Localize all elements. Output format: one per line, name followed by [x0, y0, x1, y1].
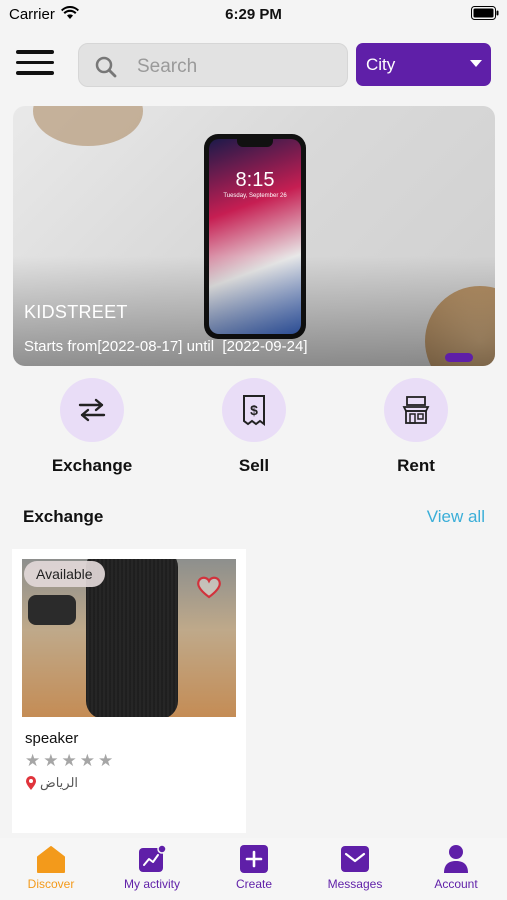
product-location: الرياض: [25, 775, 78, 791]
search-box[interactable]: [78, 43, 348, 87]
exchange-section-header: Exchange View all: [23, 507, 485, 531]
bottom-nav: Discover My activity Create Messages Acc…: [0, 838, 507, 900]
promo-banner[interactable]: 8:15 Tuesday, September 26 KIDSTREET Sta…: [13, 106, 495, 366]
search-icon: [95, 56, 117, 83]
nav-create[interactable]: Create: [209, 844, 299, 891]
location-pin-icon: [26, 776, 36, 790]
home-icon: [6, 844, 96, 874]
battery-icon: [471, 6, 499, 25]
status-bar: Carrier 6:29 PM: [0, 0, 507, 30]
banner-title: KIDSTREET: [24, 302, 128, 322]
nav-account[interactable]: Account: [411, 844, 501, 891]
rent-shop-icon: [384, 378, 448, 442]
product-image: Available: [22, 559, 236, 717]
banner-phone-date: Tuesday, September 26: [223, 193, 287, 199]
exchange-arrows-icon: [60, 378, 124, 442]
banner-dates: Starts from[2022-08-17] until [2022-09-2…: [24, 338, 308, 355]
banner-phone-clock: 8:15: [235, 169, 275, 191]
chevron-down-icon: [470, 60, 482, 67]
nav-discover-label: Discover: [27, 877, 75, 891]
svg-text:$: $: [250, 402, 258, 418]
category-exchange[interactable]: Exchange: [32, 378, 152, 476]
nav-create-label: Create: [235, 877, 273, 891]
category-row: Exchange $ Sell Rent: [0, 378, 507, 478]
nav-discover[interactable]: Discover: [6, 844, 96, 891]
rating-stars: ★★★★★: [25, 751, 117, 770]
view-all-link[interactable]: View all: [427, 507, 485, 527]
category-sell[interactable]: $ Sell: [194, 378, 314, 476]
plus-icon: [209, 844, 299, 874]
status-time: 6:29 PM: [225, 6, 282, 23]
nav-my-activity[interactable]: My activity: [107, 844, 197, 891]
favorite-heart-icon[interactable]: [196, 575, 222, 604]
receipt-dollar-icon: $: [222, 378, 286, 442]
category-rent[interactable]: Rent: [356, 378, 476, 476]
person-icon: [411, 844, 501, 874]
section-title: Exchange: [23, 507, 104, 526]
hamburger-menu-icon[interactable]: [16, 50, 54, 76]
category-rent-label: Rent: [397, 456, 435, 475]
nav-messages-label: Messages: [327, 877, 383, 891]
nav-my-activity-label: My activity: [123, 877, 180, 891]
carousel-indicator[interactable]: [445, 353, 473, 362]
product-name: speaker: [25, 730, 79, 747]
category-exchange-label: Exchange: [51, 456, 133, 475]
city-dropdown-label: City: [366, 55, 396, 74]
availability-badge: Available: [24, 561, 105, 587]
search-input[interactable]: [137, 52, 337, 82]
top-bar: City: [0, 40, 507, 90]
category-sell-label: Sell: [238, 456, 270, 475]
product-card[interactable]: Available speaker ★★★★★ الرياض: [12, 549, 246, 833]
mail-icon: [310, 844, 400, 874]
banner-plant-decoration: [33, 106, 143, 146]
nav-account-label: Account: [434, 877, 478, 891]
activity-chart-icon: [107, 844, 197, 874]
city-dropdown[interactable]: City: [356, 43, 491, 86]
nav-messages[interactable]: Messages: [310, 844, 400, 891]
product-location-label: الرياض: [40, 775, 79, 790]
